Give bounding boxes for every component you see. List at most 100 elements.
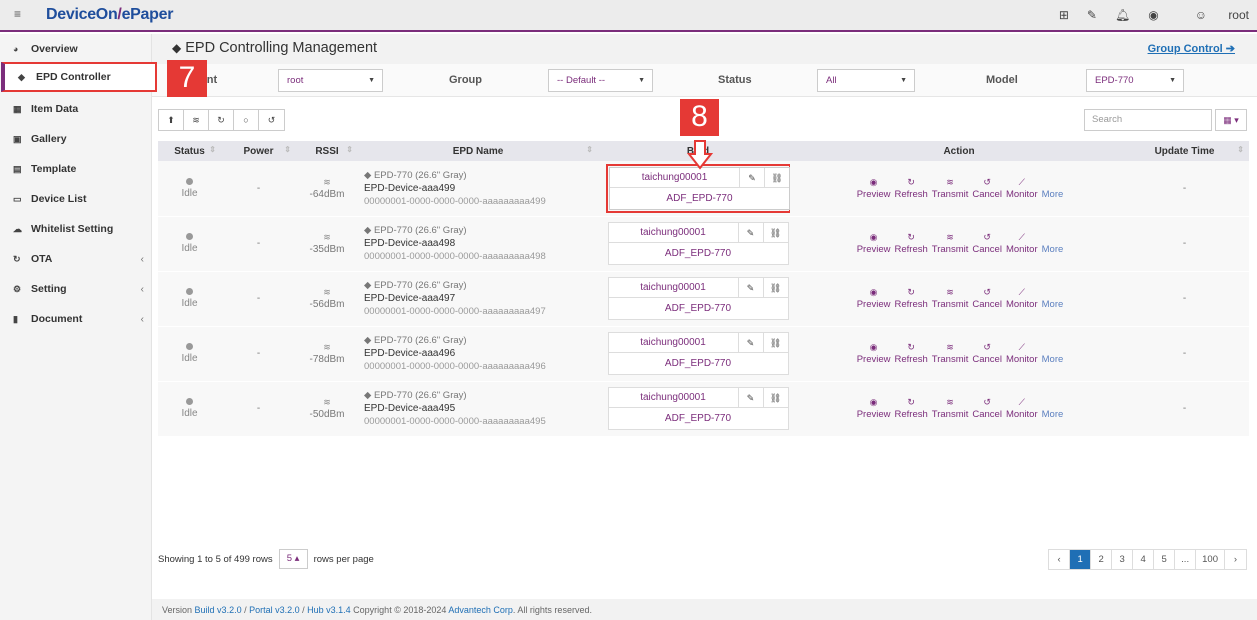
more-link[interactable]: More bbox=[1042, 299, 1064, 310]
sidebar-item-device-list[interactable]: ▭ Device List bbox=[0, 184, 152, 214]
group-control-link[interactable]: Group Control ➔ bbox=[1148, 42, 1235, 55]
sidebar-item-ota[interactable]: ↻ OTA ‹ bbox=[0, 244, 152, 274]
more-link[interactable]: More bbox=[1042, 354, 1064, 365]
group-select[interactable]: -- Default -- ▼ bbox=[548, 69, 653, 92]
bind-model[interactable]: ADF_EPD-770 bbox=[609, 243, 788, 264]
pagination-next[interactable]: › bbox=[1225, 550, 1246, 569]
pagination-page[interactable]: 4 bbox=[1133, 550, 1155, 569]
action-refresh[interactable]: ↻ Refresh bbox=[895, 232, 928, 255]
undo-icon[interactable]: ↺ bbox=[259, 110, 284, 130]
model-select[interactable]: EPD-770 ▼ bbox=[1086, 69, 1184, 92]
columns-toggle-button[interactable]: ▦ ▾ bbox=[1215, 109, 1247, 131]
action-monitor[interactable]: ⟋ Monitor bbox=[1006, 177, 1038, 200]
action-preview[interactable]: ◉ Preview bbox=[857, 397, 891, 420]
action-refresh[interactable]: ↻ Refresh bbox=[895, 397, 928, 420]
upload-icon[interactable]: ⬆ bbox=[159, 110, 184, 130]
sidebar-item-overview[interactable]: ◕ Overview bbox=[0, 34, 152, 64]
pencil-icon[interactable]: ✎ bbox=[739, 167, 764, 187]
action-preview[interactable]: ◉ Preview bbox=[857, 232, 891, 255]
action-refresh[interactable]: ↻ Refresh bbox=[895, 342, 928, 365]
action-cancel[interactable]: ↺ Cancel bbox=[972, 397, 1002, 420]
sidebar-item-whitelist-setting[interactable]: ☁ Whitelist Setting bbox=[0, 214, 152, 244]
sidebar-item-template[interactable]: ▤ Template bbox=[0, 154, 152, 184]
pencil-icon[interactable]: ✎ bbox=[737, 388, 763, 407]
wifi-icon[interactable]: ≋ bbox=[184, 110, 209, 130]
page-size-select[interactable]: 5 ▴ bbox=[278, 549, 308, 569]
action-transmit[interactable]: ≋ Transmit bbox=[932, 177, 969, 200]
unlink-icon[interactable]: ⛓ bbox=[762, 278, 788, 297]
action-cancel[interactable]: ↺ Cancel bbox=[972, 232, 1002, 255]
unlink-icon[interactable]: ⛓ bbox=[762, 388, 788, 407]
add-square-icon[interactable]: ⊞ bbox=[1059, 8, 1069, 22]
unlink-icon[interactable]: ⛓ bbox=[762, 333, 788, 352]
header-epd-name[interactable]: EPD Name ⇕ bbox=[358, 141, 598, 161]
action-preview[interactable]: ◉ Preview bbox=[857, 287, 891, 310]
action-transmit[interactable]: ≋ Transmit bbox=[932, 287, 969, 310]
more-link[interactable]: More bbox=[1042, 244, 1064, 255]
hamburger-menu-icon[interactable]: ≡ bbox=[14, 8, 26, 20]
pagination-page[interactable]: 2 bbox=[1091, 550, 1113, 569]
globe-icon[interactable]: ◉ bbox=[1148, 8, 1158, 22]
action-monitor[interactable]: ⟋ Monitor bbox=[1006, 342, 1038, 365]
pagination-page[interactable]: 100 bbox=[1196, 550, 1225, 569]
company-link[interactable]: Advantech Corp bbox=[448, 605, 513, 615]
action-cancel[interactable]: ↺ Cancel bbox=[972, 342, 1002, 365]
action-monitor[interactable]: ⟋ Monitor bbox=[1006, 397, 1038, 420]
pencil-icon[interactable]: ✎ bbox=[737, 223, 763, 242]
undo-icon: ↺ bbox=[983, 176, 991, 187]
epd-uuid: 00000001-0000-0000-0000-aaaaaaaaa495 bbox=[364, 416, 546, 427]
sidebar-item-gallery[interactable]: ▣ Gallery bbox=[0, 124, 152, 154]
action-refresh[interactable]: ↻ Refresh bbox=[895, 287, 928, 310]
pagination-page[interactable]: 1 bbox=[1070, 550, 1092, 569]
action-monitor[interactable]: ⟋ Monitor bbox=[1006, 232, 1038, 255]
action-refresh[interactable]: ↻ Refresh bbox=[895, 177, 928, 200]
more-link[interactable]: More bbox=[1042, 189, 1064, 200]
bell-icon[interactable]: 🔔︎ bbox=[1115, 8, 1130, 22]
build-version-link[interactable]: Build v3.2.0 bbox=[195, 605, 242, 615]
bind-model[interactable]: ADF_EPD-770 bbox=[610, 188, 789, 209]
action-preview[interactable]: ◉ Preview bbox=[857, 177, 891, 200]
action-transmit[interactable]: ≋ Transmit bbox=[932, 232, 969, 255]
status-select[interactable]: All ▼ bbox=[817, 69, 915, 92]
action-preview[interactable]: ◉ Preview bbox=[857, 342, 891, 365]
bind-location[interactable]: taichung00001 bbox=[609, 278, 738, 297]
pagination-prev[interactable]: ‹ bbox=[1049, 550, 1071, 569]
sidebar-item-setting[interactable]: ⚙ Setting ‹ bbox=[0, 274, 152, 304]
status-cell: Idle bbox=[158, 271, 221, 327]
action-transmit[interactable]: ≋ Transmit bbox=[932, 342, 969, 365]
account-select[interactable]: root ▼ bbox=[278, 69, 383, 92]
hub-version-link[interactable]: Hub v3.1.4 bbox=[307, 605, 351, 615]
refresh-icon[interactable]: ↻ bbox=[209, 110, 234, 130]
sidebar-item-epd-controller[interactable]: ◆ EPD Controller bbox=[1, 62, 157, 92]
pencil-icon[interactable]: ✎ bbox=[737, 278, 763, 297]
pagination-page[interactable]: 3 bbox=[1112, 550, 1134, 569]
unlink-icon[interactable]: ⛓ bbox=[764, 167, 789, 187]
brand-logo[interactable]: DeviceOn/ePaper bbox=[46, 6, 173, 24]
bind-model[interactable]: ADF_EPD-770 bbox=[609, 408, 788, 429]
bind-location[interactable]: taichung00001 bbox=[609, 333, 738, 352]
search-input[interactable]: Search bbox=[1084, 109, 1212, 131]
pencil-icon[interactable]: ✎ bbox=[737, 333, 763, 352]
bind-model[interactable]: ADF_EPD-770 bbox=[609, 298, 788, 319]
more-link[interactable]: More bbox=[1042, 409, 1064, 420]
header-status[interactable]: Status ⇕ bbox=[158, 141, 221, 161]
portal-version-link[interactable]: Portal v3.2.0 bbox=[249, 605, 300, 615]
action-cancel[interactable]: ↺ Cancel bbox=[972, 287, 1002, 310]
sidebar-item-item-data[interactable]: ▦ Item Data bbox=[0, 94, 152, 124]
bind-model[interactable]: ADF_EPD-770 bbox=[609, 353, 788, 374]
header-power[interactable]: Power ⇕ bbox=[221, 141, 296, 161]
user-menu[interactable]: ☺ root bbox=[1177, 8, 1249, 22]
header-rssi[interactable]: RSSI ⇕ bbox=[296, 141, 358, 161]
circle-notch-icon[interactable]: ○ bbox=[234, 110, 259, 130]
action-cancel[interactable]: ↺ Cancel bbox=[972, 177, 1002, 200]
pagination-page[interactable]: 5 bbox=[1154, 550, 1176, 569]
action-transmit[interactable]: ≋ Transmit bbox=[932, 397, 969, 420]
header-update-time[interactable]: Update Time ⇕ bbox=[1120, 141, 1249, 161]
bind-location[interactable]: taichung00001 bbox=[610, 168, 739, 187]
unlink-icon[interactable]: ⛓ bbox=[762, 223, 788, 242]
tools-icon[interactable]: ✎ bbox=[1087, 8, 1097, 22]
bind-location[interactable]: taichung00001 bbox=[609, 223, 738, 242]
bind-location[interactable]: taichung00001 bbox=[609, 388, 738, 407]
action-monitor[interactable]: ⟋ Monitor bbox=[1006, 287, 1038, 310]
sidebar-item-document[interactable]: ▮ Document ‹ bbox=[0, 304, 152, 334]
